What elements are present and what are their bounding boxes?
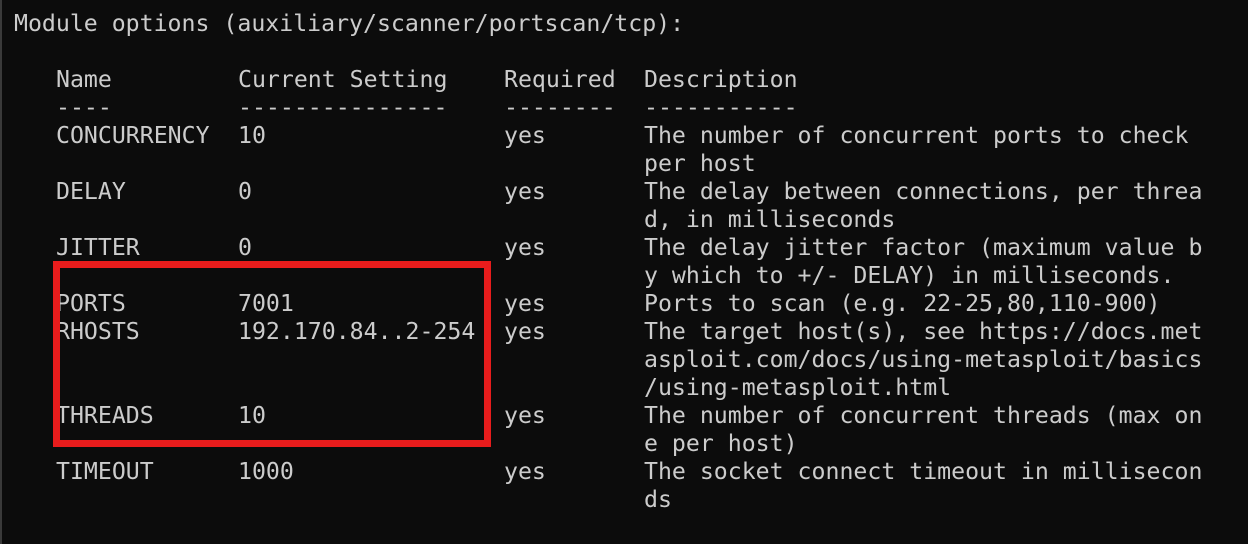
option-description-line: d, in milliseconds xyxy=(644,206,896,233)
option-description-line: The target host(s), see https://docs.met xyxy=(644,318,1203,345)
option-current-setting: 1000 xyxy=(238,458,294,485)
option-required: yes xyxy=(504,178,546,205)
option-required: yes xyxy=(504,318,546,345)
option-description-line: The number of concurrent threads (max on xyxy=(644,402,1203,429)
option-description-line: The delay jitter factor (maximum value b xyxy=(644,234,1203,261)
red-highlight-box xyxy=(53,261,491,447)
table-row: JITTER 0 yes The delay jitter factor (maxim… xyxy=(14,234,1214,289)
option-description-line: /using-metasploit.html xyxy=(644,374,952,401)
option-name: TIMEOUT xyxy=(56,458,154,485)
table-header-underline-row: ---- --------------- -------- ----------… xyxy=(14,94,1214,122)
option-name: JITTER xyxy=(56,234,140,261)
underline-name: ---- xyxy=(56,94,112,121)
option-name: CONCURRENCY xyxy=(56,122,210,149)
option-description-line: y which to +/- DELAY) in milliseconds. xyxy=(644,262,1175,289)
column-header-required: Required xyxy=(504,66,616,93)
option-description-line: asploit.com/docs/using-metasploit/basics xyxy=(644,346,1203,373)
terminal-window: Module options (auxiliary/scanner/portsc… xyxy=(0,0,1248,544)
option-required: yes xyxy=(504,290,546,317)
option-current-setting: 0 xyxy=(238,178,252,205)
option-required: yes xyxy=(504,458,546,485)
option-description-line: e per host) xyxy=(644,430,798,457)
option-description-line: Ports to scan (e.g. 22-25,80,110-900) xyxy=(644,290,1161,317)
option-name: DELAY xyxy=(56,178,126,205)
table-row: DELAY 0 yes The delay between connections, … xyxy=(14,178,1214,233)
window-left-border xyxy=(0,0,2,544)
option-current-setting: 10 xyxy=(238,122,266,149)
module-options-header: Module options (auxiliary/scanner/portsc… xyxy=(14,10,685,37)
underline-required: -------- xyxy=(504,94,616,121)
option-required: yes xyxy=(504,402,546,429)
underline-current-setting: --------------- xyxy=(238,94,448,121)
column-header-description: Description xyxy=(644,66,798,93)
option-current-setting: 0 xyxy=(238,234,252,261)
table-header-row: Name Current Setting Required Descriptio… xyxy=(14,66,1214,94)
column-header-current-setting: Current Setting xyxy=(238,66,448,93)
table-row: TIMEOUT 1000 yes The socket connect timeout… xyxy=(14,458,1214,513)
column-header-name: Name xyxy=(56,66,112,93)
option-description-line: ds xyxy=(644,486,672,513)
underline-description: ----------- xyxy=(644,94,798,121)
option-description-line: per host xyxy=(644,150,756,177)
option-description-line: The delay between connections, per threa xyxy=(644,178,1203,205)
option-description-line: The socket connect timeout in millisecon xyxy=(644,458,1203,485)
option-required: yes xyxy=(504,234,546,261)
table-row: CONCURRENCY 10 yes The number of concurrent… xyxy=(14,122,1214,177)
option-description-line: The number of concurrent ports to check xyxy=(644,122,1189,149)
option-required: yes xyxy=(504,122,546,149)
